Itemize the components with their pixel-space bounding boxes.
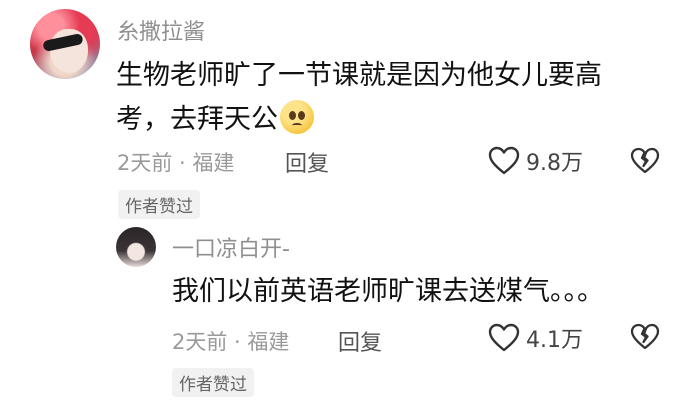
comment-username[interactable]: 糸撒拉酱	[117, 14, 205, 46]
comment-thread: 糸撒拉酱 生物老师旷了一节课就是因为他女儿要高考，去拜天公 2天前 · 福建 回…	[0, 0, 690, 414]
author-liked-badge: 作者赞过	[118, 190, 200, 219]
reply-username[interactable]: 一口凉白开-	[172, 231, 290, 263]
like-count: 9.8万	[526, 151, 583, 176]
heart-outline-icon	[488, 146, 520, 175]
reply-text: 我们以前英语老师旷课去送煤气。。。	[172, 276, 604, 307]
broken-heart-icon[interactable]	[630, 147, 660, 175]
reply-button[interactable]: 回复	[285, 146, 329, 178]
comment-text: 生物老师旷了一节课就是因为他女儿要高考，去拜天公	[116, 54, 646, 142]
emoji-mouth	[292, 123, 302, 128]
reply-like-count: 4.1万	[526, 328, 583, 353]
comment-text-body: 生物老师旷了一节课就是因为他女儿要高考，去拜天公	[116, 60, 602, 135]
reply-reply-button[interactable]: 回复	[338, 325, 382, 357]
reply-time-location: 2天前 · 福建	[172, 330, 290, 354]
broken-heart-icon[interactable]	[630, 323, 660, 351]
reply-author-liked-badge: 作者赞过	[172, 368, 254, 397]
reply-like-button[interactable]: 4.1万	[488, 322, 583, 354]
heart-outline-icon	[488, 323, 520, 352]
pleading-face-icon	[280, 100, 314, 134]
like-button[interactable]: 9.8万	[488, 145, 583, 177]
comment-time-location: 2天前 · 福建	[117, 151, 235, 175]
avatar[interactable]	[30, 9, 100, 79]
reply-avatar[interactable]	[116, 227, 156, 267]
